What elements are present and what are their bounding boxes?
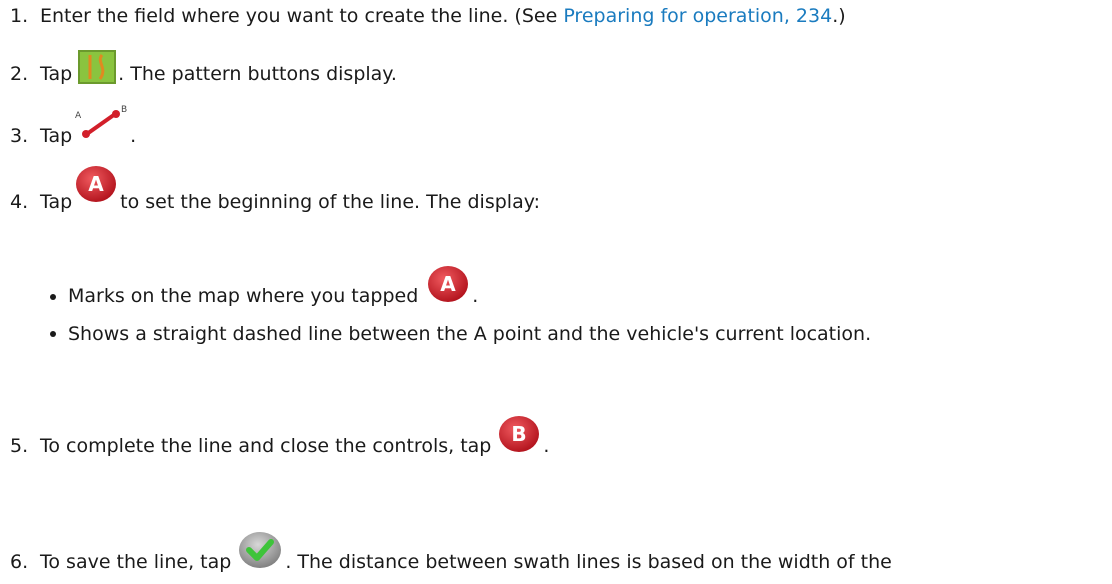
step-text-after: .)	[832, 5, 846, 27]
a-point-icon[interactable]: A	[74, 164, 118, 210]
step-text-end: . The distance between swath lines is ba…	[285, 551, 892, 573]
step-number: 5.	[10, 435, 29, 457]
step-text: .	[130, 125, 137, 147]
step-4: 4. Tap A to set the beginning of the lin…	[10, 164, 1102, 214]
svg-text:B: B	[121, 105, 127, 115]
bullet-dot	[50, 294, 56, 300]
bullet-dot	[50, 331, 56, 337]
step-2: 2. Tap . The pattern buttons display.	[10, 50, 1102, 86]
step-3: 3. Tap A B .	[10, 104, 1102, 148]
step-6: 6. To save the line, tap . The distance …	[10, 530, 1102, 574]
step-5: 5. To complete the line and close the co…	[10, 414, 1102, 458]
step-tap-label: Tap	[40, 191, 73, 213]
step-text: To complete the line and close the contr…	[40, 435, 492, 457]
bullet-text: Marks on the map where you tapped	[68, 285, 419, 307]
svg-text:A: A	[441, 272, 457, 296]
step-number: 1.	[10, 5, 29, 27]
step-1: 1. Enter the field where you want to cre…	[10, 4, 1102, 28]
step-number: 3.	[10, 125, 29, 147]
ab-line-icon[interactable]: A B	[74, 104, 128, 150]
step-number: 4.	[10, 191, 29, 213]
bullet-1: Marks on the map where you tapped A .	[46, 264, 1102, 308]
bullet-text-end: .	[472, 285, 479, 307]
step-text: to set the beginning of the line. The di…	[120, 191, 540, 213]
b-point-icon[interactable]: B	[497, 414, 541, 460]
svg-text:A: A	[75, 111, 82, 121]
step-text: Enter the field where you want to create…	[40, 4, 846, 28]
step-text-before: Enter the field where you want to create…	[40, 5, 564, 27]
svg-text:A: A	[88, 172, 104, 196]
step-number: 2.	[10, 63, 29, 85]
svg-text:B: B	[512, 422, 527, 446]
step-text: . The pattern buttons display.	[118, 63, 397, 85]
step-text: To save the line, tap	[40, 551, 232, 573]
bullet-2: Shows a straight dashed line between the…	[46, 322, 1102, 346]
preparing-operation-link[interactable]: Preparing for operation, 234	[563, 5, 832, 27]
step-text-end: .	[543, 435, 550, 457]
a-point-icon: A	[426, 264, 470, 310]
step-tap-label: Tap	[40, 125, 73, 147]
pattern-icon[interactable]	[78, 50, 117, 90]
save-check-icon[interactable]	[237, 530, 283, 576]
bullet-text: Shows a straight dashed line between the…	[68, 323, 872, 345]
step-number: 6.	[10, 551, 29, 573]
step-tap-label: Tap	[40, 63, 73, 85]
